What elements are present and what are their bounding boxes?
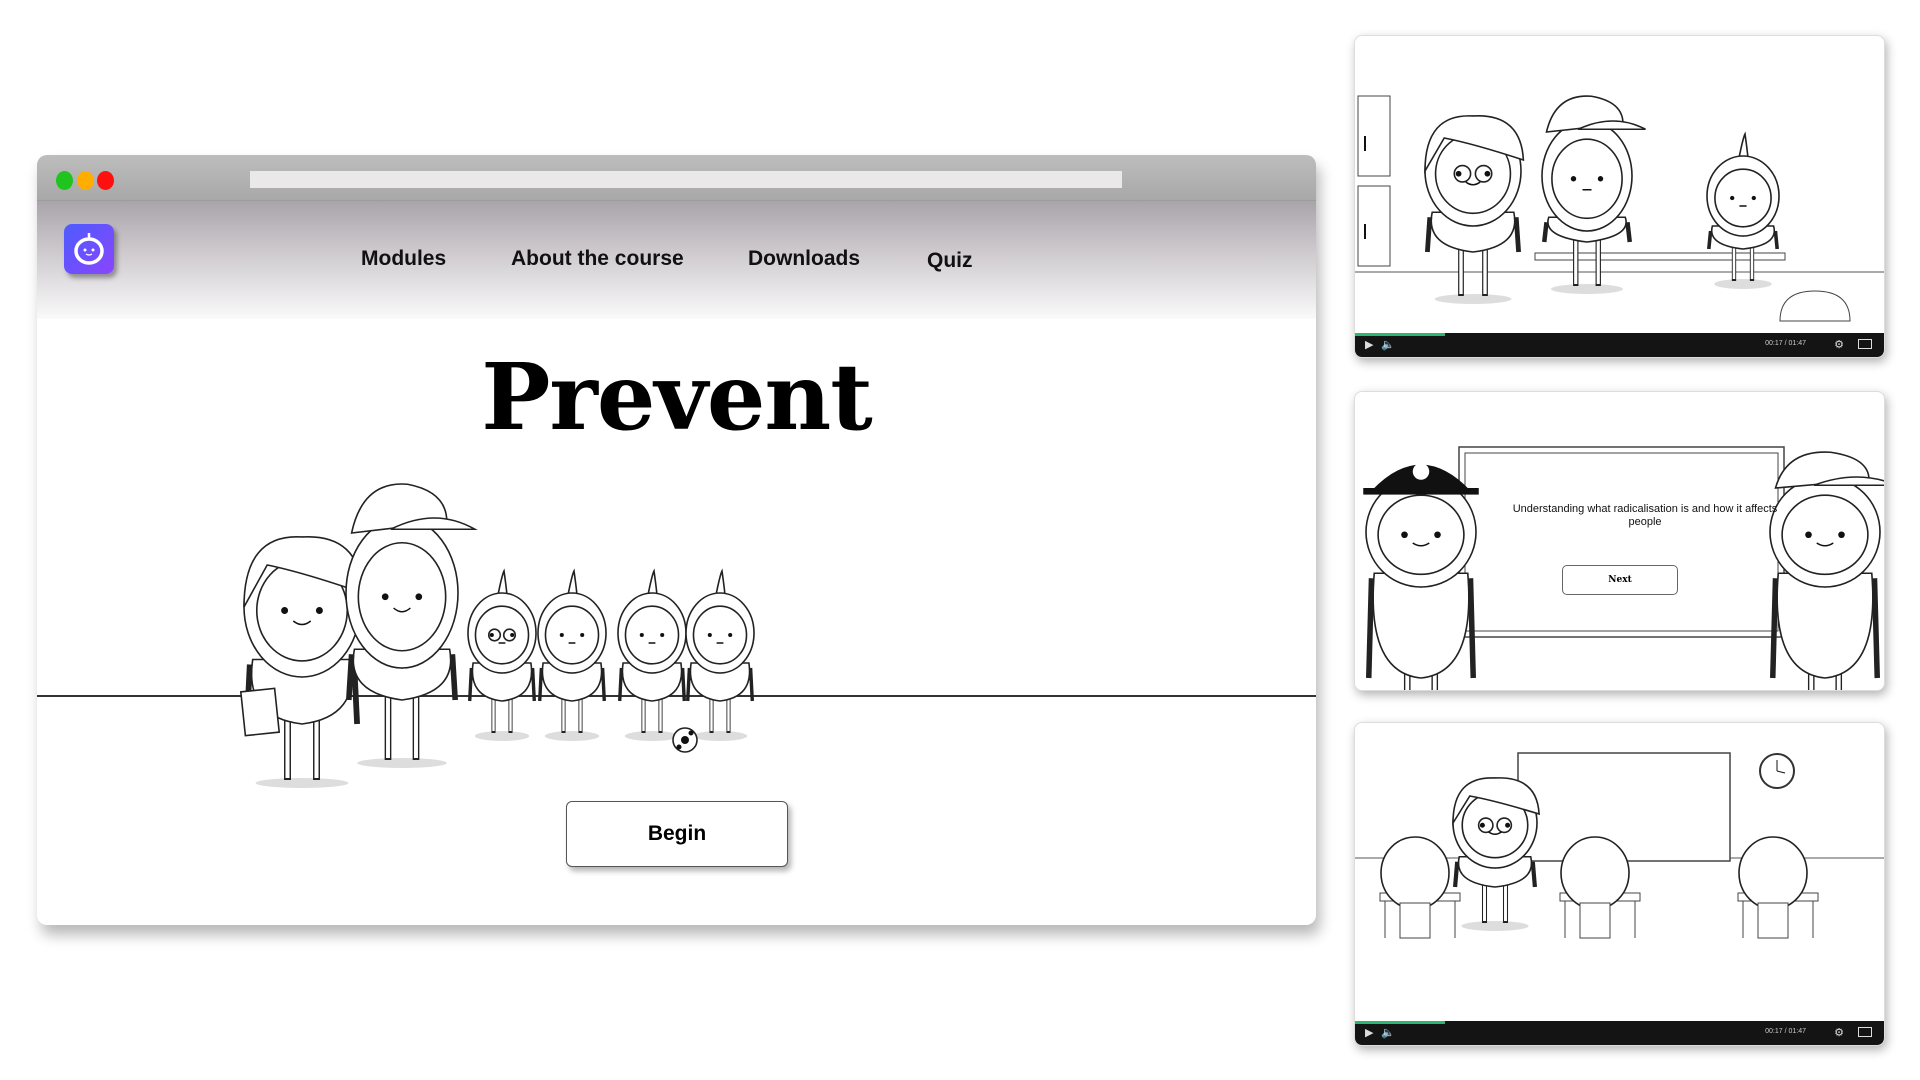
locker-room-scene	[1355, 95, 1884, 322]
coach-character	[1769, 451, 1884, 690]
time-readout: 00:17 / 01:47	[1765, 340, 1806, 347]
pupil-back	[1380, 836, 1450, 910]
begin-button[interactable]: Begin	[566, 801, 788, 867]
pupil-character	[467, 568, 537, 741]
teacher-character	[1424, 115, 1525, 304]
play-icon[interactable]: ▶	[1365, 1026, 1373, 1039]
pupil-character	[537, 568, 607, 741]
progress-bar[interactable]	[1355, 333, 1445, 336]
time-readout: 00:17 / 01:47	[1765, 1028, 1806, 1035]
settings-icon[interactable]: ⚙	[1834, 1026, 1844, 1039]
fullscreen-icon[interactable]	[1858, 1027, 1872, 1037]
chair	[1579, 902, 1611, 939]
progress-bar[interactable]	[1355, 1021, 1445, 1024]
blackboard	[1517, 752, 1731, 862]
pupil-character	[1706, 131, 1780, 289]
play-icon[interactable]: ▶	[1365, 338, 1373, 351]
blackboard-scene	[1363, 446, 1884, 690]
pupil-character	[685, 568, 755, 741]
browser-window: Modules About the course Downloads Quiz …	[37, 155, 1316, 925]
pupil-back	[1560, 836, 1630, 910]
football	[672, 727, 698, 753]
classroom-scene	[1355, 752, 1884, 939]
video-controls: ▶ 🔈 00:17 / 01:47 ⚙	[1355, 1021, 1884, 1045]
video-controls: ▶ 🔈 00:17 / 01:47 ⚙	[1355, 333, 1884, 357]
fullscreen-icon[interactable]	[1858, 339, 1872, 349]
settings-icon[interactable]: ⚙	[1834, 338, 1844, 351]
sports-bag	[1779, 290, 1851, 322]
volume-icon[interactable]: 🔈	[1381, 338, 1395, 351]
blackboard	[1458, 446, 1785, 638]
video-preview-classroom[interactable]: ▶ 🔈 00:17 / 01:47 ⚙	[1354, 722, 1885, 1046]
next-button[interactable]: Next	[1562, 565, 1678, 595]
volume-icon[interactable]: 🔈	[1381, 1026, 1395, 1039]
clock-icon	[1759, 753, 1795, 789]
police-officer-character	[1363, 463, 1479, 690]
video-preview-locker-room[interactable]: ▶ 🔈 00:17 / 01:47 ⚙	[1354, 35, 1885, 358]
teacher-character	[243, 536, 364, 788]
video-preview-radicalisation[interactable]: Understanding what radicalisation is and…	[1354, 391, 1885, 691]
pupil-back	[1738, 836, 1808, 910]
board-text: Understanding what radicalisation is and…	[1512, 503, 1778, 528]
coach-character	[1541, 95, 1646, 294]
pupil-character	[617, 568, 687, 741]
chair	[1399, 902, 1431, 939]
coach-character	[345, 483, 478, 768]
folder	[239, 687, 281, 737]
chair	[1757, 902, 1789, 939]
